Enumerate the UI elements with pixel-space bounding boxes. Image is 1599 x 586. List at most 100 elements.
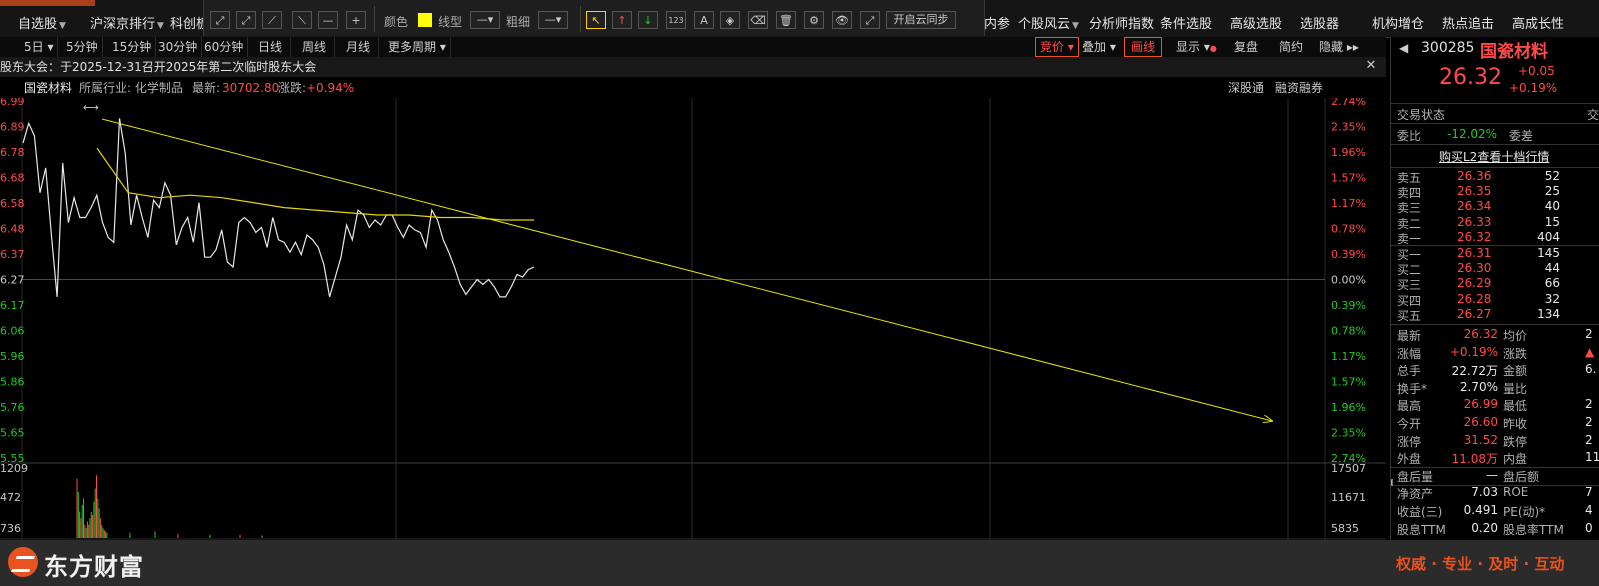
volume-tick-label: 17507 xyxy=(1331,462,1366,475)
stat-label: 股息TTM xyxy=(1397,522,1446,537)
ray-line-tool-icon[interactable]: ⤢ xyxy=(210,11,230,29)
notice-text: 股东大会：于2025-12-31召开2025年第二次临时股东大会 xyxy=(0,60,317,74)
ask-row: 卖二 26.33 15 xyxy=(1391,214,1599,231)
menu-item-kechuang-label: 科创板 xyxy=(170,17,203,32)
stat-label: 外盘 xyxy=(1397,452,1422,467)
eraser-tool-icon[interactable]: ⌫ xyxy=(748,11,768,29)
price-line xyxy=(22,118,535,298)
tab-15min[interactable]: 15分钟 xyxy=(108,37,157,57)
tab-more-periods[interactable]: 更多周期 ▾ xyxy=(384,37,451,57)
order-price: 26.28 xyxy=(1457,291,1492,306)
menu-item-zixuan-label: 自选股 xyxy=(18,17,58,32)
overlay-label: 叠加 xyxy=(1082,40,1107,54)
menu-item-condition-pick[interactable]: 条件选股 xyxy=(1160,13,1212,32)
order-price: 26.33 xyxy=(1457,214,1492,229)
order-volume: 15 xyxy=(1544,214,1560,229)
change-label: 涨跌: xyxy=(278,81,307,95)
text-tool-icon[interactable]: A xyxy=(694,11,714,29)
ask-row: 卖四 26.35 25 xyxy=(1391,184,1599,200)
prev-stock-icon[interactable]: ◀ xyxy=(1399,41,1408,55)
stat-value: 2 xyxy=(1585,415,1593,429)
bid-row: 买五 26.27 134 xyxy=(1391,306,1599,323)
menu-item-analyst-index[interactable]: 分析师指数 xyxy=(1089,13,1154,32)
intraday-chart[interactable]: 6.99 6.89 6.78 6.68 6.58 6.48 6.37 6.27 6.17 6.06… xyxy=(0,98,1386,540)
highlight-tool-icon[interactable]: ◈ xyxy=(720,11,740,29)
color-swatch[interactable] xyxy=(418,13,432,27)
extended-line-tool-icon[interactable]: ⤢ xyxy=(236,11,256,29)
stat-label: 均价 xyxy=(1503,329,1528,343)
tab-5min[interactable]: 5分钟 xyxy=(62,37,103,57)
replay-button[interactable]: 复盘 xyxy=(1234,37,1258,57)
menu-item-fengyun[interactable]: 个股风云 ▼ xyxy=(1018,13,1079,32)
trash-icon[interactable]: 🗑 xyxy=(776,11,796,29)
tab-5day[interactable]: 5日 ▾ xyxy=(20,37,59,57)
eye-icon[interactable]: 👁 xyxy=(832,11,852,29)
menu-item-high-growth[interactable]: 高成长性 xyxy=(1512,13,1564,32)
change-value: +0.94% xyxy=(306,81,355,95)
price-axis: 6.99 6.89 6.78 6.68 6.58 6.48 6.37 6.27 6.17 6.06… xyxy=(0,98,25,465)
line-type-select[interactable]: —▾ xyxy=(470,11,500,29)
menu-item-inst-increase[interactable]: 机构增仓 xyxy=(1372,13,1424,32)
horizontal-line-tool-icon[interactable]: — xyxy=(318,11,338,29)
tab-monthly[interactable]: 月线 xyxy=(338,37,380,57)
stats-row: 总手 22.72万 金额 6. xyxy=(1391,362,1599,379)
price-tick-label: 5.86 xyxy=(0,376,25,389)
menu-item-neican[interactable]: 内参 xyxy=(984,13,1010,32)
stat-label: 金额 xyxy=(1503,364,1528,379)
order-volume: 52 xyxy=(1544,169,1560,183)
menu-item-screener[interactable]: 选股器 xyxy=(1300,13,1339,32)
tab-daily[interactable]: 日线 xyxy=(250,37,292,57)
auction-button[interactable]: 竞价 ▾ xyxy=(1035,37,1079,57)
menu-item-advanced-pick[interactable]: 高级选股 xyxy=(1230,13,1282,32)
order-price: 26.29 xyxy=(1457,276,1492,291)
down-arrow-tool-icon[interactable]: ↓ xyxy=(638,11,658,29)
thickness-value: — xyxy=(544,13,556,26)
simple-button[interactable]: 简约 xyxy=(1279,37,1303,57)
menu-item-hot-chase[interactable]: 热点追击 xyxy=(1442,13,1494,32)
menu-item-zixuan[interactable]: 自选股 ▼ xyxy=(18,13,66,32)
stat-label: 最低 xyxy=(1503,399,1528,414)
app-logo xyxy=(0,0,95,6)
expand-icon[interactable]: ⤢ xyxy=(860,11,880,29)
overlay-button[interactable]: 叠加 ▾ xyxy=(1082,37,1116,57)
segment-tool-icon[interactable]: ⟋ xyxy=(262,11,282,29)
up-arrow-tool-icon[interactable]: ↑ xyxy=(612,11,632,29)
l2-upgrade-link[interactable]: 购买L2查看十档行情 xyxy=(1439,148,1549,165)
thickness-select[interactable]: —▾ xyxy=(538,11,568,29)
menu-item-ranking[interactable]: 沪深京排行 ▼ xyxy=(90,13,164,32)
cross-line-tool-icon[interactable]: + xyxy=(346,11,366,29)
cloud-sync-button[interactable]: 开启云同步 xyxy=(886,11,956,29)
stat-value: 11. xyxy=(1585,450,1599,465)
menu-item-kechuang[interactable]: 科创板 xyxy=(170,13,203,32)
price-tick-label: 5.76 xyxy=(0,401,25,414)
percent-tick-label: 1.17% xyxy=(1331,350,1366,363)
shengutong-tag[interactable]: 深股通 xyxy=(1228,78,1264,98)
close-notice-icon[interactable]: ✕ xyxy=(1364,59,1378,73)
percent-tick-label: 0.00% xyxy=(1331,274,1366,287)
stat-value: 2 xyxy=(1585,397,1593,412)
hide-button[interactable]: 隐藏 ▸▸ xyxy=(1319,37,1359,57)
stat-value: 11.08万 xyxy=(1451,452,1498,467)
stats-row: 今开 26.60 昨收 2 xyxy=(1391,415,1599,432)
tab-60min[interactable]: 60分钟 xyxy=(200,37,249,57)
tab-30min[interactable]: 30分钟 xyxy=(154,37,203,57)
price-tick-label: 5.96 xyxy=(0,350,25,363)
stat-label: 盘后额 xyxy=(1503,469,1540,484)
industry-label: 所属行业: 化学制品 xyxy=(79,81,183,95)
stats-row: 最新 26.32 均价 2 xyxy=(1391,327,1599,344)
tab-weekly[interactable]: 周线 xyxy=(294,37,336,57)
stat-value: 0 xyxy=(1585,520,1593,535)
gear-icon[interactable]: ⚙ xyxy=(804,11,824,29)
stat-label: ROE xyxy=(1503,485,1529,500)
number-tool-icon[interactable]: 123 xyxy=(666,11,686,29)
draw-line-button[interactable]: 画线 xyxy=(1124,37,1163,57)
price-tick-label: 6.99 xyxy=(0,98,25,108)
order-price: 26.27 xyxy=(1457,306,1492,321)
panel-collapse-icon[interactable]: ◀ xyxy=(1391,477,1393,488)
display-button[interactable]: 显示 ▾● xyxy=(1176,37,1217,57)
down-segment-tool-icon[interactable]: ⟍ xyxy=(292,11,312,29)
stat-value: 26.60 xyxy=(1463,415,1498,429)
stat-label: 最新 xyxy=(1397,329,1422,343)
margin-trading-tag[interactable]: 融资融券 xyxy=(1275,78,1323,98)
cursor-tool-icon[interactable]: ↖ xyxy=(586,11,606,29)
